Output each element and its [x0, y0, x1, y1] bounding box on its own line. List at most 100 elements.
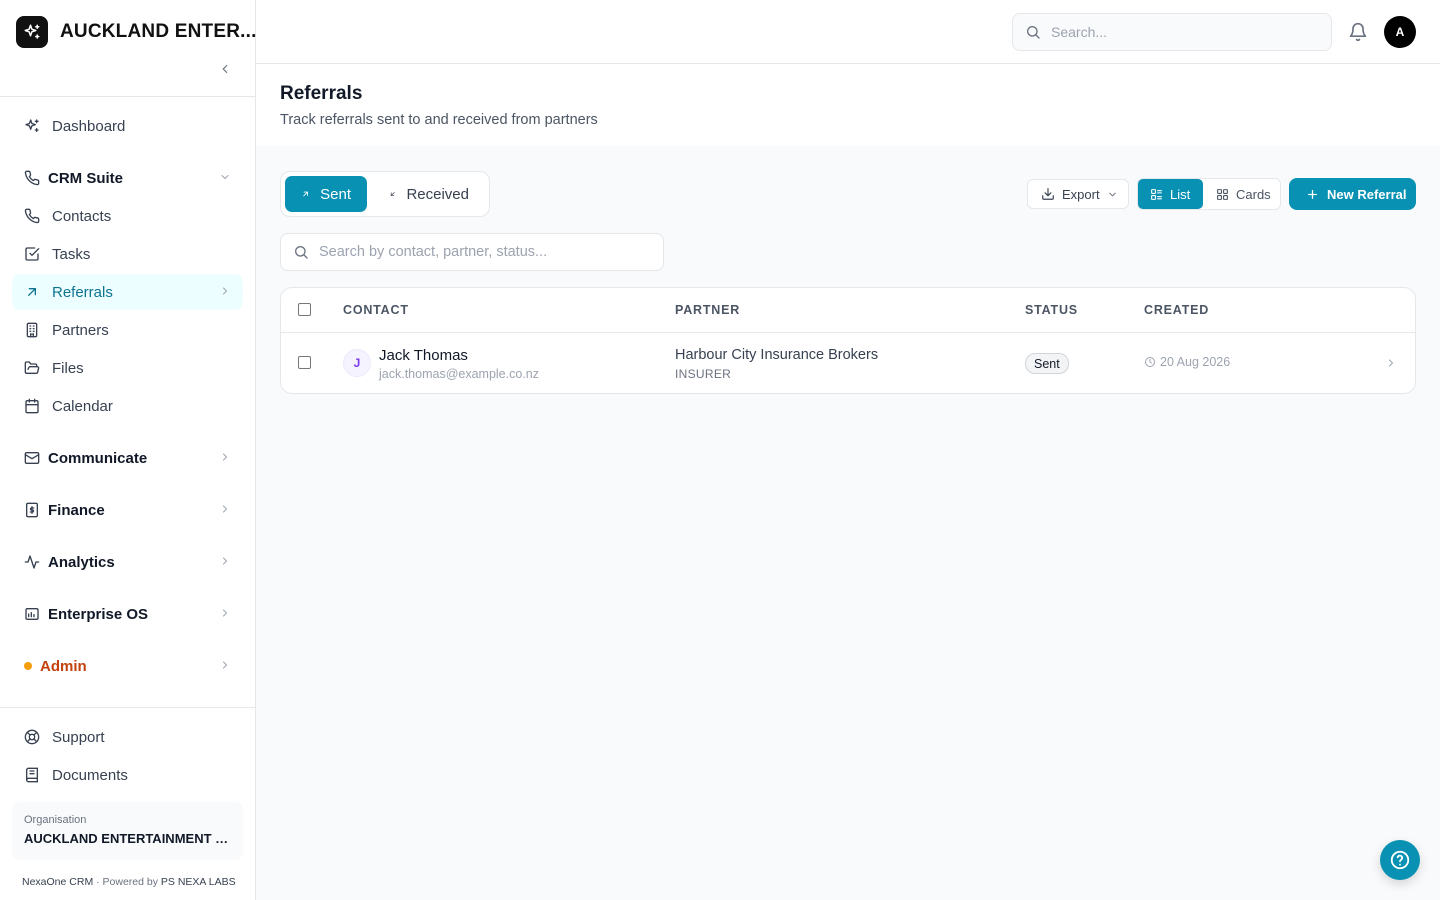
organisation-label: Organisation [24, 814, 87, 826]
brand-name: AUCKLAND ENTER... [60, 21, 257, 42]
sparkles-icon [24, 118, 40, 134]
created-date: 20 Aug 2026 [1144, 355, 1230, 369]
book-icon [24, 767, 40, 783]
user-avatar[interactable]: A [1384, 16, 1416, 48]
referral-search[interactable] [280, 233, 664, 271]
sidebar-item-tasks[interactable]: Tasks [12, 236, 243, 272]
view-cards-label: Cards [1236, 186, 1271, 202]
view-list-button[interactable]: List [1138, 179, 1203, 209]
view-cards-button[interactable]: Cards [1204, 179, 1280, 209]
sidebar-section-communicate[interactable]: Communicate [12, 440, 243, 476]
clock-icon [1145, 357, 1155, 367]
sidebar-item-calendar[interactable]: Calendar [12, 388, 243, 424]
table-row[interactable]: J Jack Thomas jack.thomas@example.co.nz … [281, 333, 1415, 393]
sidebar-section-finance[interactable]: Finance [12, 492, 243, 528]
mail-icon [24, 450, 40, 466]
export-button[interactable]: Export [1027, 179, 1129, 209]
activity-icon [24, 554, 40, 570]
global-search[interactable] [1012, 13, 1332, 51]
sidebar-item-label: Dashboard [52, 117, 126, 135]
sidebar-item-support[interactable]: Support [12, 719, 243, 755]
sidebar-item-contacts[interactable]: Contacts [12, 198, 243, 234]
view-list-label: List [1170, 186, 1191, 202]
chevron-right-icon [223, 453, 228, 461]
column-header-contact[interactable]: CONTACT [343, 303, 409, 317]
sidebar-section-analytics[interactable]: Analytics [12, 544, 243, 580]
download-icon [1042, 188, 1054, 200]
help-circle-icon [1390, 850, 1410, 870]
receipt-icon [24, 502, 40, 518]
sidebar-item-referrals[interactable]: Referrals [12, 274, 243, 310]
sidebar-item-label: Contacts [52, 207, 112, 225]
row-checkbox[interactable] [298, 356, 311, 369]
sidebar-divider [0, 707, 255, 708]
sidebar-section-label: Enterprise OS [48, 605, 149, 623]
tab-received[interactable]: Received [373, 176, 485, 212]
sidebar-item-partners[interactable]: Partners [12, 312, 243, 348]
sidebar-section-label: CRM Suite [48, 169, 123, 187]
sidebar-item-label: Referrals [52, 283, 113, 301]
factory-icon [24, 606, 40, 622]
sidebar-item-dashboard[interactable]: Dashboard [12, 108, 243, 144]
footer-company: PS NEXA LABS [160, 876, 236, 888]
sidebar-section-label: Admin [40, 657, 87, 675]
partner-name[interactable]: Harbour City Insurance Brokers [675, 347, 878, 363]
help-button[interactable] [1380, 840, 1420, 880]
brand[interactable]: AUCKLAND ENTER... [16, 16, 257, 48]
partner-type: INSURER [675, 367, 732, 381]
new-referral-button[interactable]: New Referral [1289, 178, 1416, 210]
collapse-sidebar-button[interactable] [214, 58, 236, 80]
contact-avatar: J [343, 349, 371, 377]
chevron-right-icon [223, 287, 228, 295]
new-referral-label: New Referral [1327, 186, 1407, 202]
sidebar-footer: NexaOne CRM · Powered by PS NEXA LABS [22, 876, 236, 888]
list-icon [1151, 188, 1162, 200]
created-date-text: 20 Aug 2026 [1160, 355, 1231, 369]
sidebar-item-label: Files [52, 359, 84, 377]
contact-name[interactable]: Jack Thomas [379, 347, 468, 364]
organisation-card[interactable]: Organisation AUCKLAND ENTERTAINMENT CO..… [12, 802, 243, 860]
chevron-right-icon [223, 661, 228, 669]
table-header: CONTACT PARTNER STATUS CREATED [281, 288, 1415, 333]
sidebar-item-label: Calendar [52, 397, 113, 415]
chevron-down-icon [1108, 192, 1116, 197]
select-all-checkbox[interactable] [298, 303, 311, 316]
sidebar-item-label: Tasks [52, 245, 91, 263]
phone-icon [24, 170, 40, 186]
chevron-right-icon [223, 505, 228, 513]
notifications-button[interactable] [1348, 22, 1368, 42]
page-subtitle: Track referrals sent to and received fro… [280, 112, 598, 128]
phone-icon [24, 208, 40, 224]
sidebar: AUCKLAND ENTER... Dashboard CRM Suite Co… [0, 0, 256, 900]
column-header-created[interactable]: CREATED [1144, 303, 1209, 317]
sidebar-item-label: Support [52, 728, 105, 746]
arrow-up-right-icon [303, 191, 308, 197]
topbar: A [256, 0, 1440, 64]
arrow-up-right-icon [24, 284, 40, 300]
sidebar-section-crm-suite[interactable]: CRM Suite [12, 160, 243, 196]
sidebar-item-label: Partners [52, 321, 109, 339]
organisation-name: AUCKLAND ENTERTAINMENT CO... [24, 831, 231, 846]
global-search-input[interactable] [1051, 24, 1311, 40]
sidebar-item-label: Documents [52, 766, 128, 784]
referral-search-input[interactable] [319, 244, 649, 260]
chevron-down-icon [221, 175, 229, 180]
footer-powered-by: Powered by [102, 876, 158, 888]
column-header-status[interactable]: STATUS [1025, 303, 1078, 317]
column-header-partner[interactable]: PARTNER [675, 303, 740, 317]
grid-icon [1217, 188, 1228, 200]
footer-app-name: NexaOne CRM [22, 876, 94, 888]
life-buoy-icon [24, 729, 40, 745]
sidebar-item-files[interactable]: Files [12, 350, 243, 386]
sidebar-item-documents[interactable]: Documents [12, 757, 243, 793]
check-square-icon [24, 246, 40, 262]
chevron-right-icon [223, 557, 228, 565]
chevron-left-icon [222, 64, 228, 74]
chevron-right-icon [1389, 359, 1394, 367]
sidebar-section-admin[interactable]: Admin [12, 648, 243, 684]
view-toggle: List Cards [1137, 178, 1281, 210]
status-badge: Sent [1025, 353, 1069, 374]
sparkles-logo-icon [16, 16, 48, 48]
tab-sent[interactable]: Sent [285, 176, 367, 212]
sidebar-section-enterprise-os[interactable]: Enterprise OS [12, 596, 243, 632]
